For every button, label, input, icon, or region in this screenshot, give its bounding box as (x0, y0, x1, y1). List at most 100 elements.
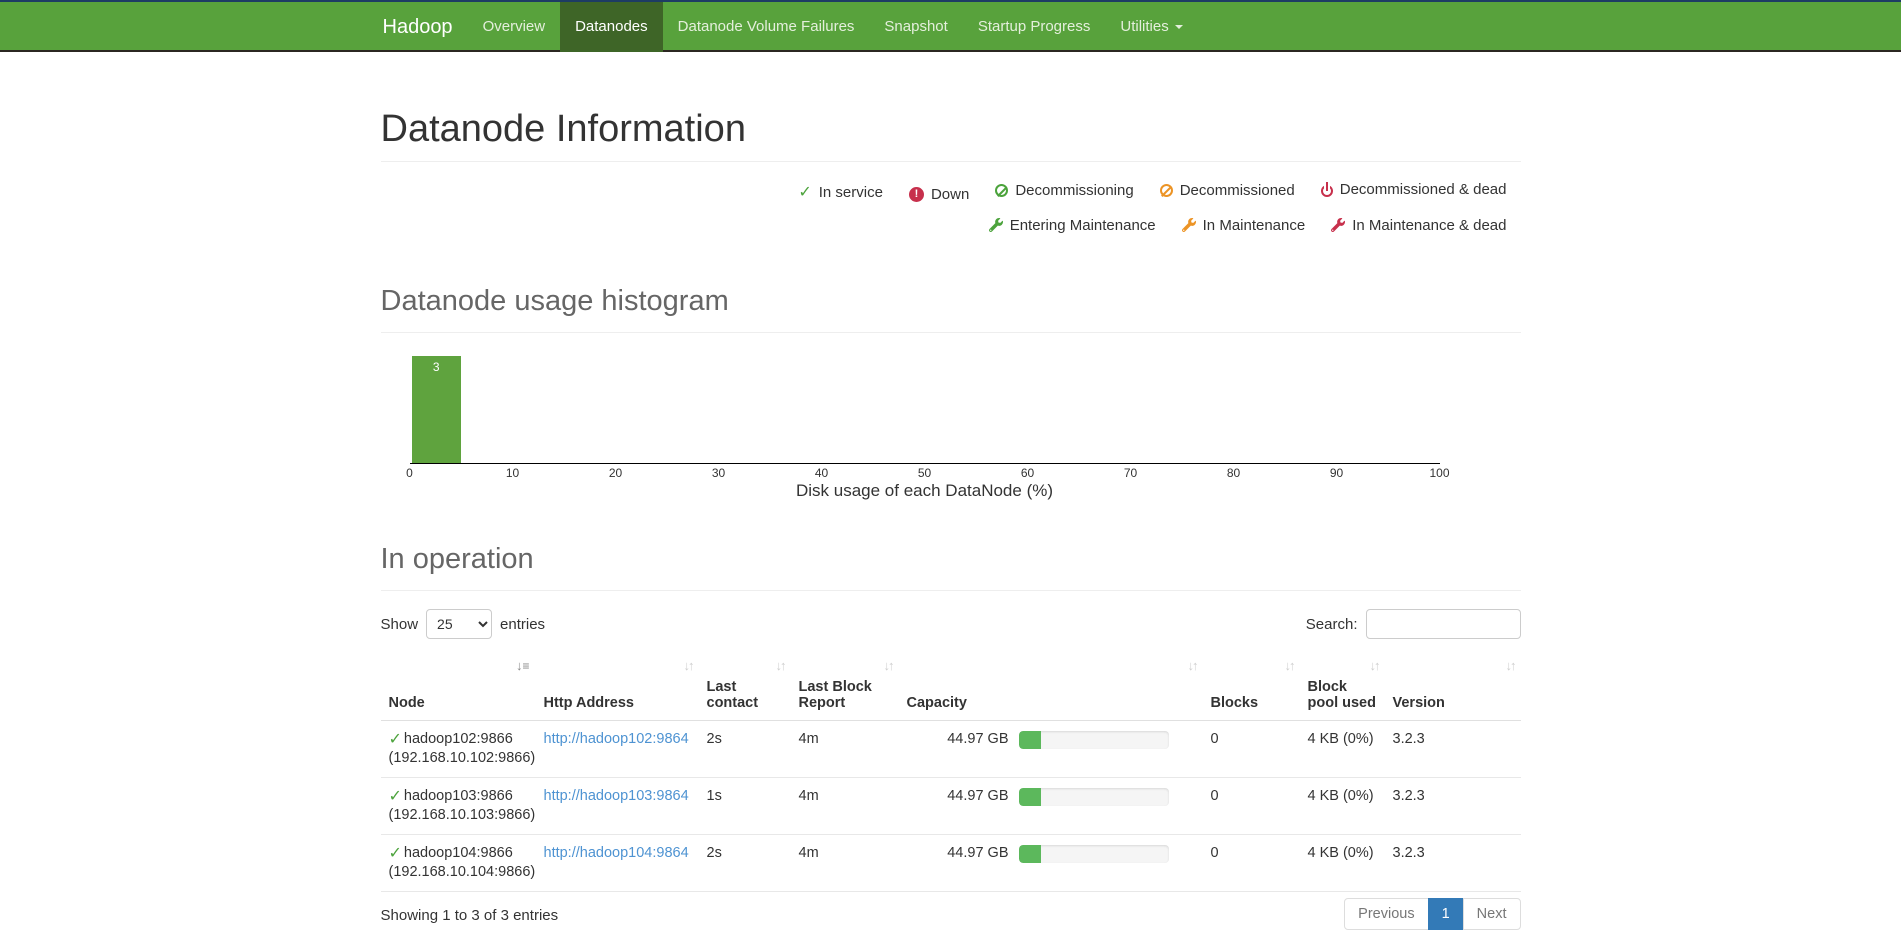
pagination-previous[interactable]: Previous (1344, 898, 1429, 930)
check-icon: ✓ (388, 730, 402, 748)
nav-link-utilities[interactable]: Utilities (1105, 2, 1197, 52)
entries-label: entries (500, 615, 546, 633)
section-divider (380, 332, 1521, 333)
block-pool-used-cell: 4 KB (0%) (1299, 834, 1385, 892)
search-label: Search: (1305, 615, 1358, 633)
sort-both-icon: ↓↑ (1369, 658, 1381, 673)
http-address-cell: http://hadoop102:9864 (535, 720, 699, 778)
sort-both-icon: ↓↑ (1505, 658, 1517, 673)
x-tick-60: 60 (1020, 466, 1035, 480)
legend-label: In Maintenance & dead (1352, 216, 1507, 234)
version-cell: 3.2.3 (1384, 720, 1521, 778)
x-tick-30: 30 (711, 466, 726, 480)
last-contact-cell: 1s (698, 777, 791, 835)
last-contact-cell: 2s (698, 720, 791, 778)
last-contact-cell: 2s (698, 834, 791, 892)
nav-link-snapshot[interactable]: Snapshot (869, 2, 962, 52)
blocks-cell: 0 (1202, 720, 1300, 778)
block-pool-used-cell: 4 KB (0%) (1299, 777, 1385, 835)
column-label: Node (388, 695, 425, 711)
x-axis-label: Disk usage of each DataNode (%) (795, 481, 1054, 500)
table-row: ✓ hadoop104:9866 (192.168.10.104:9866) http… (380, 834, 1521, 892)
pagination-next[interactable]: Next (1462, 898, 1521, 930)
page-length-control: Show 25 entries (380, 609, 546, 639)
legend-row-2: Entering Maintenance In Maintenance In Mai… (381, 210, 1507, 244)
nav-item-overview: Overview (468, 2, 561, 52)
column-header-capacity[interactable]: Capacity ↓↑ (898, 653, 1203, 721)
block-pool-used-cell: 4 KB (0%) (1299, 720, 1385, 778)
node-name: ✓ hadoop103:9866 (389, 787, 528, 806)
column-label: Last contact (706, 679, 759, 711)
page-size-select[interactable]: 25 (426, 609, 493, 639)
capacity-progress-bar (1018, 730, 1169, 749)
column-header-version[interactable]: Version ↓↑ (1384, 653, 1521, 721)
http-address-link[interactable]: http://hadoop102:9864 (544, 731, 689, 747)
http-address-cell: http://hadoop104:9864 (535, 834, 699, 892)
histogram-bar: 3 (411, 356, 461, 463)
http-address-link[interactable]: http://hadoop104:9864 (544, 845, 689, 861)
column-header-blocks[interactable]: Blocks ↓↑ (1202, 653, 1300, 721)
sort-both-icon: ↓↑ (683, 658, 695, 673)
histogram-section-title: Datanode usage histogram (380, 285, 729, 317)
legend-label: Decommissioned & dead (1339, 181, 1507, 198)
legend-label: Down (930, 185, 970, 203)
x-tick-40: 40 (814, 466, 829, 480)
navbar: Hadoop Overview Datanodes Datanode Volume … (0, 2, 1901, 52)
column-header-last-block-report[interactable]: Last Block Report ↓↑ (790, 653, 899, 721)
capacity-progress-fill (1018, 844, 1041, 863)
column-header-last-contact[interactable]: Last contact ↓↑ (698, 653, 791, 721)
last-block-report-cell: 4m (790, 834, 899, 892)
nav-link-startup-progress[interactable]: Startup Progress (963, 2, 1106, 52)
node-ip: (192.168.10.103:9866) (388, 807, 536, 823)
node-status-legend: ✓ In service! Down Decommissioning Decommiss… (381, 174, 1521, 243)
brand-hadoop[interactable]: Hadoop (381, 2, 468, 52)
column-label: Block pool used (1307, 679, 1376, 711)
nav-link-overview[interactable]: Overview (468, 2, 561, 52)
x-tick-20: 20 (608, 466, 623, 480)
column-header-block-pool-used[interactable]: Block pool used ↓↑ (1299, 653, 1385, 721)
column-label: Capacity (906, 695, 967, 711)
x-tick-50: 50 (917, 466, 932, 480)
legend-item-in-maintenance: In Maintenance (1181, 210, 1305, 241)
nav-item-startup-progress: Startup Progress (963, 2, 1106, 52)
column-header-http-address[interactable]: Http Address ↓↑ (535, 653, 699, 721)
check-icon: ✓ (388, 844, 402, 862)
bar-value-label: 3 (432, 360, 440, 374)
legend-label: In service (818, 184, 883, 201)
check-icon: ✓ (798, 183, 812, 201)
legend-label: Decommissioning (1015, 181, 1134, 199)
capacity-text: 44.97 GB (947, 731, 1009, 747)
http-address-link[interactable]: http://hadoop103:9864 (544, 788, 689, 804)
caret-down-icon (1174, 25, 1183, 30)
sort-both-icon: ↓↑ (1284, 658, 1296, 673)
x-tick-80: 80 (1226, 466, 1241, 480)
table-controls: Show 25 entries Search: (381, 609, 1521, 639)
version-cell: 3.2.3 (1384, 834, 1521, 892)
nav-link-datanodes[interactable]: Datanodes (560, 2, 663, 52)
sort-ascending-icon: ↓≡ (515, 658, 530, 673)
capacity-wrap: 44.97 GB (907, 787, 1195, 806)
http-address-cell: http://hadoop103:9864 (535, 777, 699, 835)
table-info: Showing 1 to 3 of 3 entries (380, 907, 559, 924)
page-title: Datanode Information (380, 108, 1521, 162)
legend-item-decommissioned-dead: Decommissioned & dead (1320, 174, 1507, 205)
node-name: ✓ hadoop104:9866 (389, 844, 528, 863)
nav-item-utilities: Utilities (1105, 2, 1197, 52)
node-ip: (192.168.10.104:9866) (388, 864, 536, 880)
capacity-text: 44.97 GB (947, 788, 1009, 804)
capacity-progress-bar (1018, 844, 1169, 863)
nav-link-datanode-volume-failures[interactable]: Datanode Volume Failures (663, 2, 870, 52)
x-tick-10: 10 (505, 466, 520, 480)
search-input[interactable] (1365, 609, 1521, 639)
nav-menu: Overview Datanodes Datanode Volume Failure… (468, 2, 1198, 52)
column-label: Blocks (1210, 695, 1259, 711)
pagination-page-1[interactable]: 1 (1427, 898, 1464, 930)
column-header-node[interactable]: Node ↓≡ (380, 653, 536, 721)
x-tick-0: 0 (406, 466, 413, 480)
last-block-report-cell: 4m (790, 777, 899, 835)
wrench-icon (1331, 218, 1346, 232)
table-footer: Showing 1 to 3 of 3 entries Previous 1 N… (381, 898, 1521, 930)
show-label: Show (380, 615, 419, 633)
wrench-icon (1181, 218, 1196, 232)
node-cell: ✓ hadoop102:9866 (192.168.10.102:9866) (380, 720, 536, 778)
